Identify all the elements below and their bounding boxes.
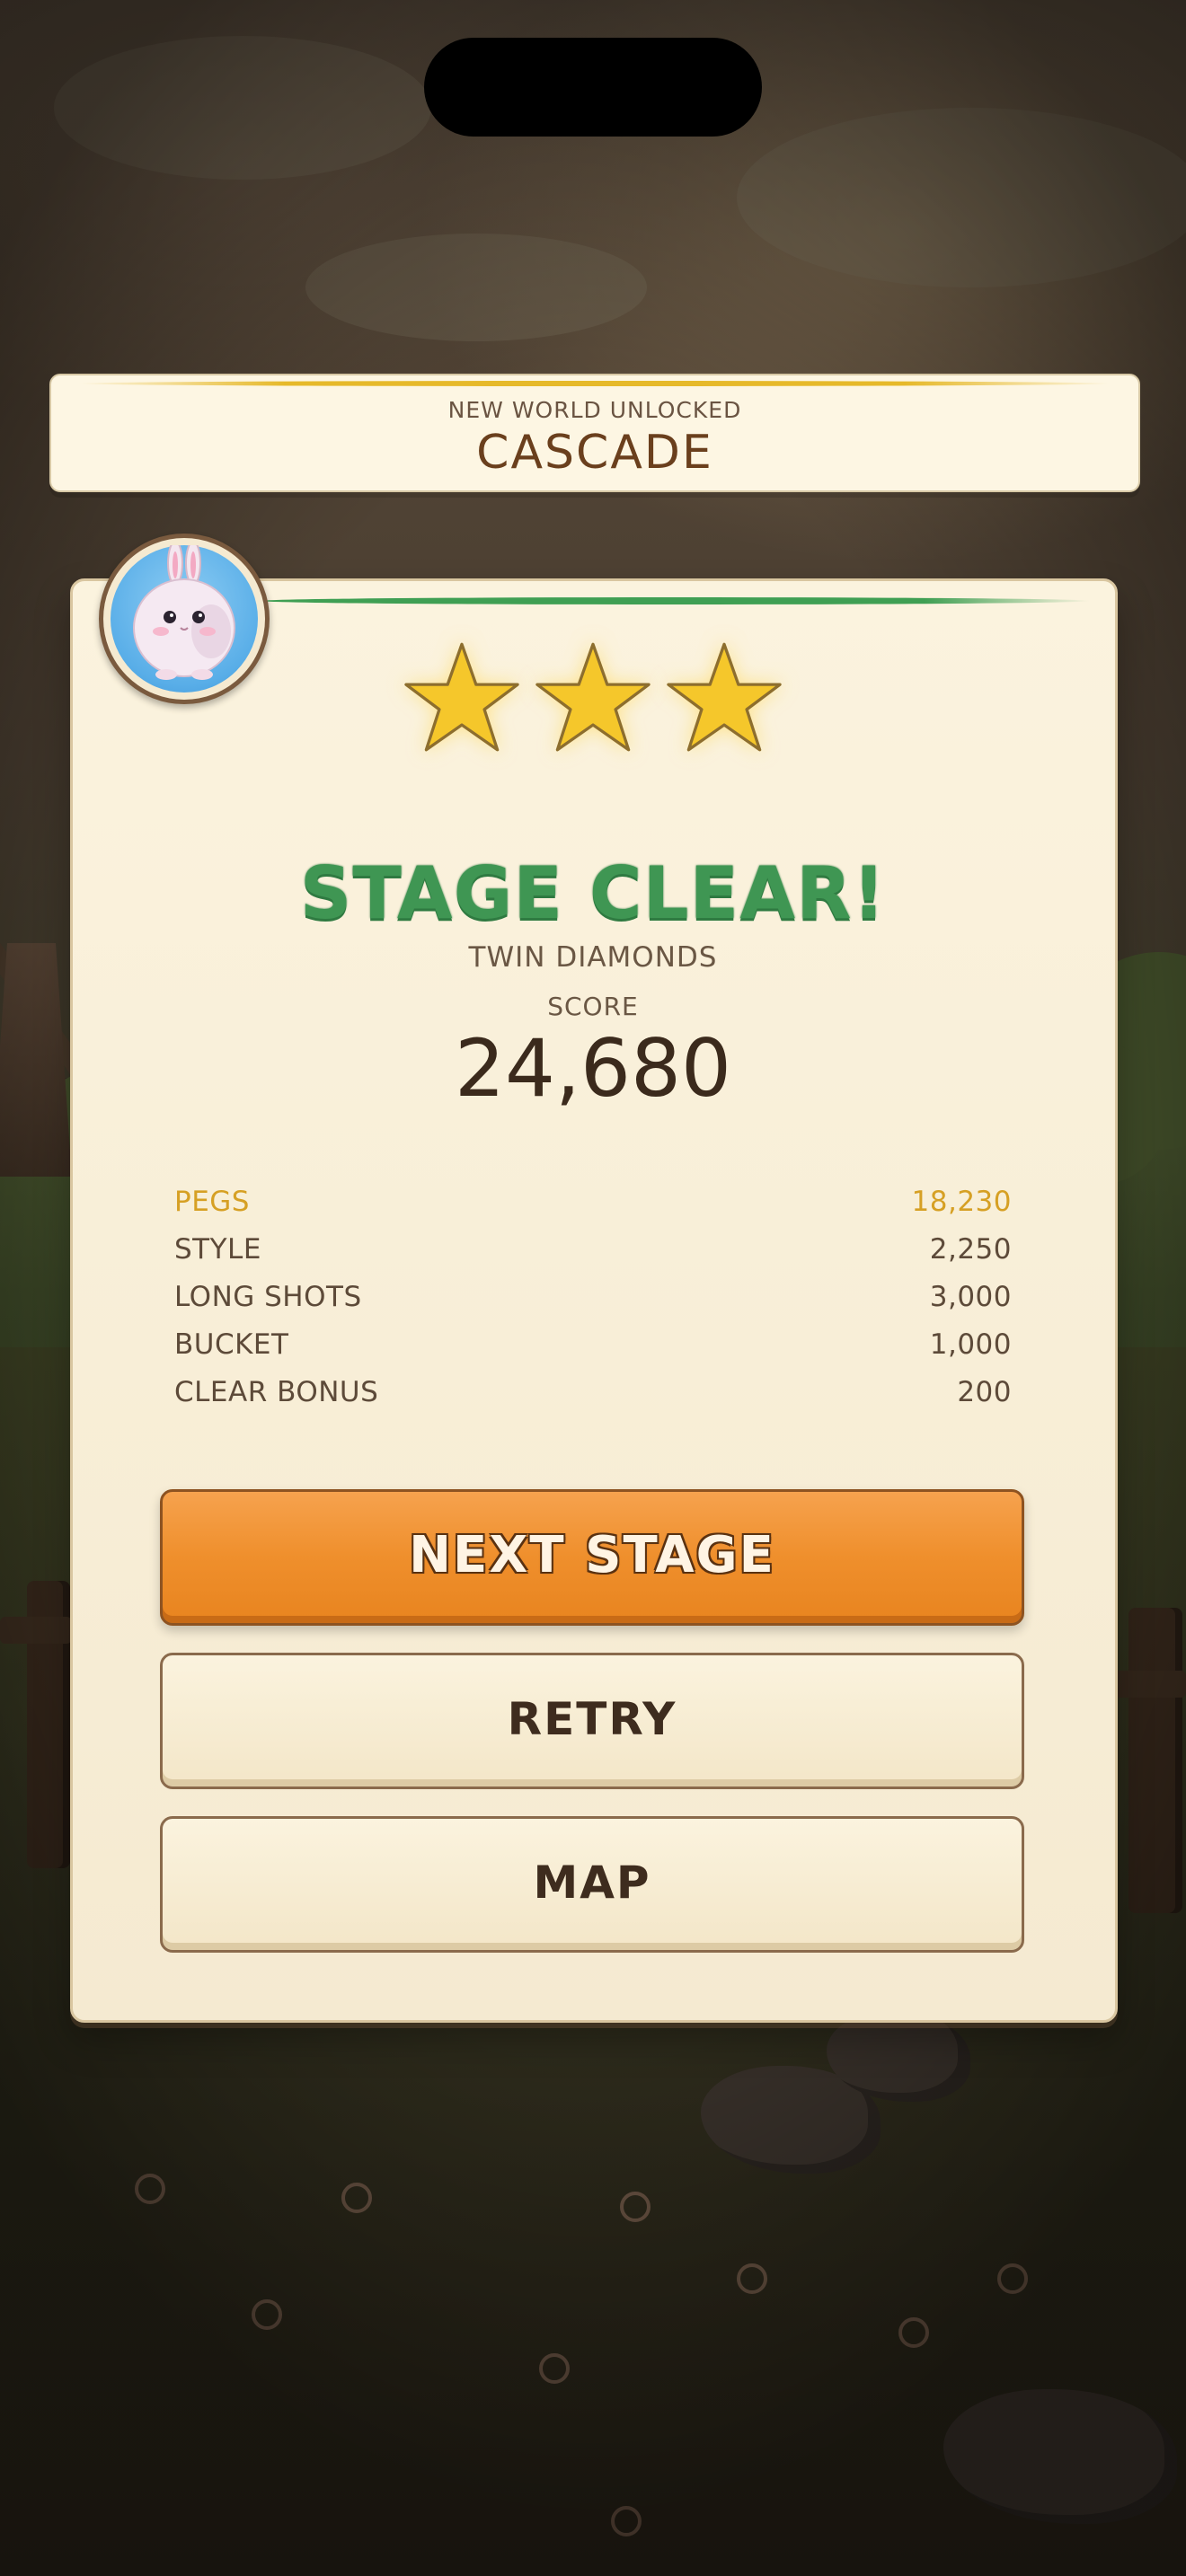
retry-button[interactable]: RETRY xyxy=(160,1653,1024,1789)
breakdown-value: 3,000 xyxy=(929,1281,1012,1313)
breakdown-row-long-shots: LONG SHOTS 3,000 xyxy=(174,1281,1012,1320)
breakdown-value: 18,230 xyxy=(911,1186,1012,1218)
stage-name: TWIN DIAMONDS xyxy=(468,941,718,974)
breakdown-value: 200 xyxy=(957,1376,1012,1408)
breakdown-value: 2,250 xyxy=(929,1233,1012,1266)
breakdown-row-style: STYLE 2,250 xyxy=(174,1233,1012,1273)
dynamic-island xyxy=(424,38,762,137)
star-icon xyxy=(667,642,782,752)
banner-world-name: CASCADE xyxy=(476,426,713,480)
breakdown-row-bucket: BUCKET 1,000 xyxy=(174,1328,1012,1368)
bunny-avatar-icon xyxy=(99,534,270,704)
banner-subtitle: NEW WORLD UNLOCKED xyxy=(447,397,742,423)
star-icon xyxy=(404,642,519,752)
breakdown-row-pegs: PEGS 18,230 xyxy=(174,1186,1012,1225)
avatar-background xyxy=(111,541,258,693)
breakdown-label: STYLE xyxy=(174,1233,261,1266)
breakdown-label: CLEAR BONUS xyxy=(174,1376,379,1408)
next-stage-button[interactable]: NEXT STAGE xyxy=(160,1489,1024,1626)
score-value: 24,680 xyxy=(455,1022,731,1115)
card-green-accent xyxy=(261,597,1090,604)
breakdown-label: BUCKET xyxy=(174,1328,289,1361)
bunny-icon xyxy=(133,541,235,680)
stage-clear-heading: STAGE CLEAR! xyxy=(299,851,887,935)
breakdown-row-clear-bonus: CLEAR BONUS 200 xyxy=(174,1376,1012,1416)
banner-gold-accent xyxy=(78,381,1111,386)
breakdown-value: 1,000 xyxy=(929,1328,1012,1361)
score-label: SCORE xyxy=(547,992,639,1021)
map-button[interactable]: MAP xyxy=(160,1816,1024,1953)
world-unlocked-banner: NEW WORLD UNLOCKED CASCADE xyxy=(49,374,1140,492)
breakdown-label: LONG SHOTS xyxy=(174,1281,362,1313)
breakdown-label: PEGS xyxy=(174,1186,250,1218)
star-icon xyxy=(535,642,651,752)
